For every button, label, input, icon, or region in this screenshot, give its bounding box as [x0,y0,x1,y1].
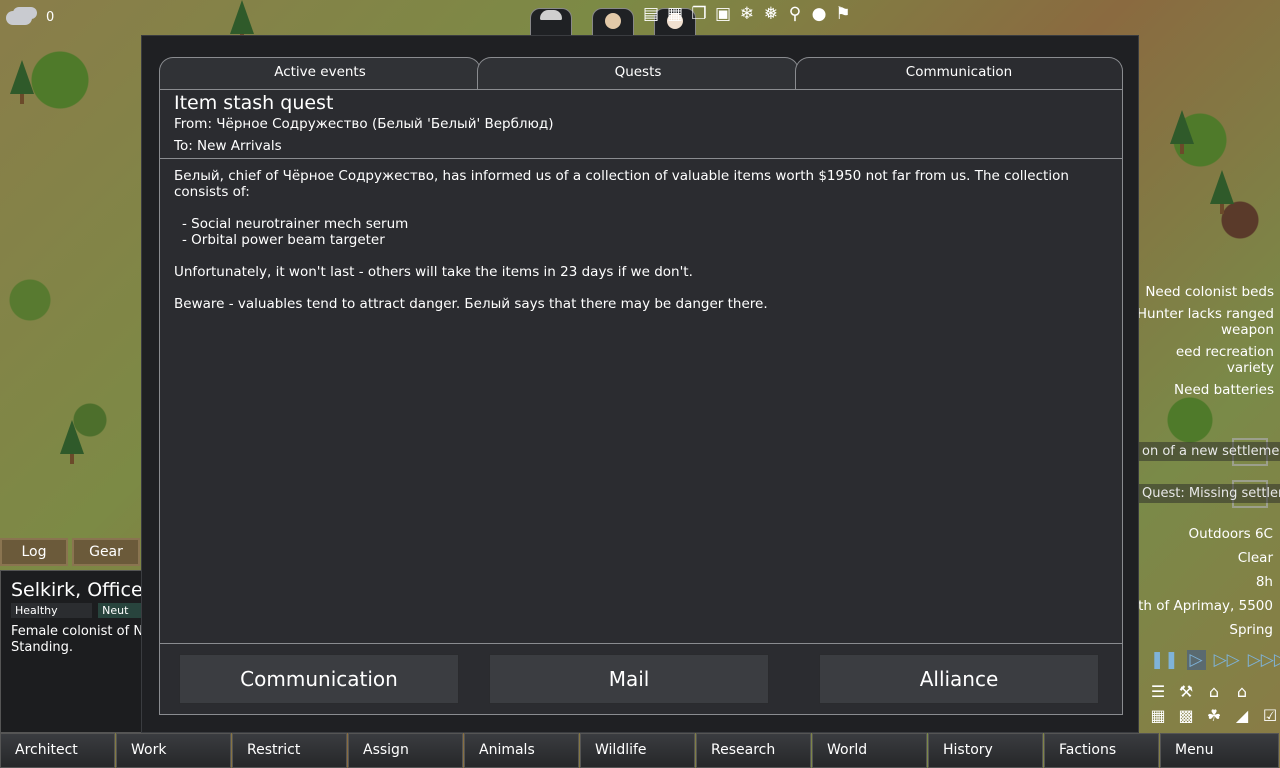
checklist-icon[interactable]: ☑ [1258,704,1280,726]
message-paragraph: Beware - valuables tend to attract dange… [174,296,768,312]
alliance-button[interactable]: Alliance [819,654,1099,704]
tab-quests[interactable]: Quests [477,57,799,89]
snow-icon[interactable]: ❄ [736,3,758,25]
pawn-description: Female colonist of N Standing. [11,624,141,656]
tree [1170,110,1194,154]
superfast-icon[interactable]: ▷▷▷ [1248,650,1280,670]
plant-icon[interactable]: ☘ [1202,704,1226,726]
message-title: Item stash quest [174,92,334,114]
tab-architect[interactable]: Architect [0,733,115,768]
fast-forward-icon[interactable]: ▷▷ [1214,650,1240,670]
letter-label: on of a new settlement [1138,442,1280,461]
inspect-pane: Selkirk, Office Healthy Neut Female colo… [0,570,142,733]
tab-factions[interactable]: Factions [1044,733,1159,768]
pawn-description-line: Standing. [11,640,74,655]
alert-item[interactable]: Need batteries [1134,382,1274,398]
table-icon[interactable]: ▦ [664,3,686,25]
grid-icon[interactable]: ▦ [1146,704,1170,726]
temperature-label: Outdoors 6C [1188,526,1273,542]
tab-world[interactable]: World [812,733,927,768]
message-panel: Item stash quest From: Чёрное Содружеств… [159,89,1123,715]
play-icon[interactable]: ▷ [1186,650,1206,670]
tree [1210,170,1234,214]
tab-history[interactable]: History [928,733,1043,768]
alert-item[interactable]: eed recreation variety [1134,344,1274,376]
message-header: Item stash quest From: Чёрное Содружеств… [160,90,1122,159]
pawn-description-line: Female colonist of N [11,624,142,639]
list-item: - Social neurotrainer mech serum [182,216,409,232]
flag-icon[interactable]: ⚑ [832,3,854,25]
colonist-portrait[interactable] [592,8,634,38]
main-tabs-bar: Architect Work Restrict Assign Animals W… [0,733,1280,768]
tab-animals[interactable]: Animals [464,733,579,768]
lock-icon[interactable]: ▣ [712,3,734,25]
home-zone-icon[interactable]: ⌂ [1202,680,1226,702]
log-icon[interactable]: ▤ [640,3,662,25]
season-label: Spring [1229,622,1273,638]
message-paragraph: Белый, chief of Чёрное Содружество, has … [174,168,1069,200]
inspect-tab-buttons: Log Gear [0,538,140,566]
letter-label: Quest: Missing settlers [1138,484,1280,503]
mail-button[interactable]: Mail [489,654,769,704]
message-body: Белый, chief of Чёрное Содружество, has … [174,168,1104,328]
fire-icon[interactable]: ❅ [760,3,782,25]
letter-stack: on of a new settlement Quest: Missing se… [1138,438,1280,522]
tab-active-events[interactable]: Active events [159,57,481,89]
list-item: - Orbital power beam targeter [182,232,385,248]
play-settings-icons: ☰ ⚒ ⌂ ⌂ ▦ ▩ ☘ ◢ ☑ [1146,680,1280,726]
tab-wildlife[interactable]: Wildlife [580,733,695,768]
dialog-button-bar: Communication Mail Alliance [160,643,1122,716]
top-toolbar: ▤ ▦ ❐ ▣ ❄ ❅ ⚲ ● ⚑ [640,3,854,25]
gear-button[interactable]: Gear [72,538,140,566]
letter-item[interactable]: on of a new settlement [1138,438,1280,466]
date-label: 1th of Aprimay, 5500 [1129,598,1274,614]
tab-research[interactable]: Research [696,733,811,768]
tree [230,0,254,44]
colonist-portrait[interactable] [530,8,572,38]
stats-icon[interactable]: ▩ [1174,704,1198,726]
pause-icon[interactable]: ❚❚ [1150,650,1179,670]
item-list: - Social neurotrainer mech serum - Orbit… [174,216,1104,248]
hour-label: 8h [1255,574,1273,590]
letter-item[interactable]: Quest: Missing settlers [1138,480,1280,508]
alert-item[interactable]: Need colonist beds [1134,284,1274,300]
status-readout: Outdoors 6C Clear 8h 1th of Aprimay, 550… [1130,522,1274,642]
alerts-list: Need colonist beds Hunter lacks ranged w… [1134,284,1274,404]
tab-menu[interactable]: Menu [1160,733,1279,768]
layers-icon[interactable]: ❐ [688,3,710,25]
tab-assign[interactable]: Assign [348,733,463,768]
health-badge: Healthy [11,603,93,618]
tree [60,420,84,464]
time-speed-controls: ❚❚ ▷ ▷▷ ▷▷▷ [1150,650,1280,670]
weather-count: 0 [46,10,55,25]
log-button[interactable]: Log [0,538,68,566]
home-icon[interactable]: ⌂ [1230,680,1254,702]
tab-work[interactable]: Work [116,733,231,768]
weather-readout: 0 [6,10,54,25]
communication-button[interactable]: Communication [179,654,459,704]
hammer-icon[interactable]: ⚒ [1174,680,1198,702]
history-dialog: Active events Quests Communication Item … [141,35,1139,733]
pawn-name: Selkirk, Office [11,579,142,601]
cloud-icon [6,10,32,25]
message-to: To: New Arrivals [174,138,282,154]
face-icon[interactable]: ● [808,3,830,25]
message-from: From: Чёрное Содружество (Белый 'Белый' … [174,116,554,132]
alert-item[interactable]: Hunter lacks ranged weapon [1134,306,1274,338]
message-paragraph: Unfortunately, it won't last - others wi… [174,264,693,280]
weather-label: Clear [1237,550,1273,566]
dialog-tabs: Active events Quests Communication [159,57,1123,89]
work-list-icon[interactable]: ☰ [1146,680,1170,702]
roof-icon[interactable]: ◢ [1230,704,1254,726]
mood-badge: Neut [98,603,141,618]
tab-communication[interactable]: Communication [795,57,1123,89]
search-icon[interactable]: ⚲ [784,3,806,25]
tree [10,60,34,104]
tab-restrict[interactable]: Restrict [232,733,347,768]
